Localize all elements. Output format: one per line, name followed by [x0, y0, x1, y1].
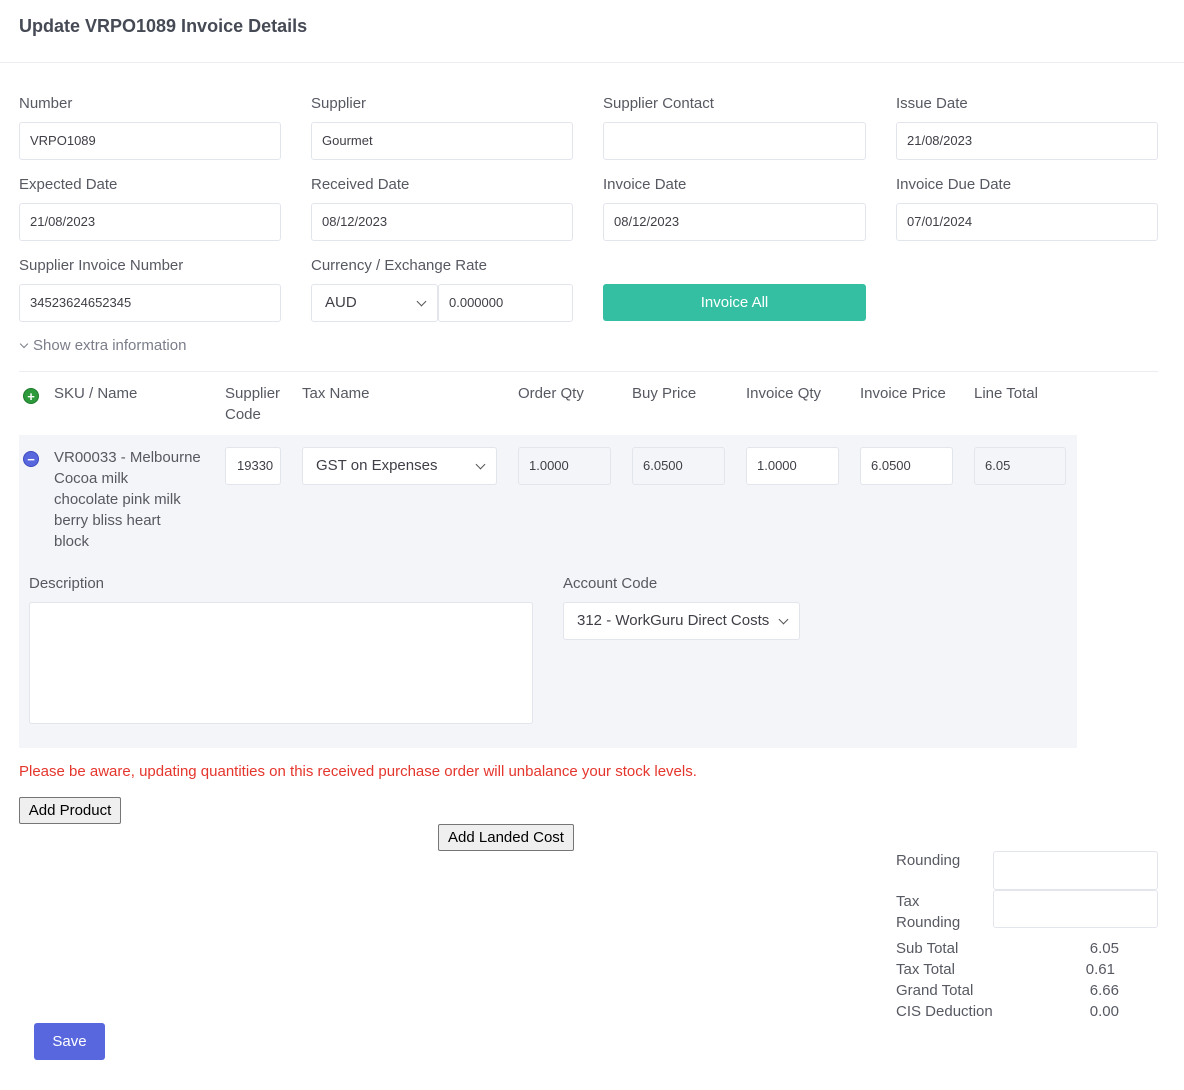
invoice-price-input[interactable]: 6.0500	[860, 447, 953, 485]
sub-total-value: 6.05	[1089, 940, 1119, 957]
col-line-total: Line Total	[974, 385, 1038, 402]
product-name-line: berry bliss heart	[54, 512, 161, 529]
supplier-contact-input[interactable]	[603, 122, 866, 160]
chevron-down-icon	[475, 459, 486, 470]
issue-date-input[interactable]: 21/08/2023	[896, 122, 1158, 160]
supplier-code-input[interactable]: 19330	[225, 447, 281, 485]
cis-deduction-label: CIS Deduction	[896, 1003, 993, 1020]
cis-deduction-value: 0.00	[1089, 1003, 1119, 1020]
issue-date-label: Issue Date	[896, 95, 968, 112]
account-code-select[interactable]: 312 - WorkGuru Direct Costs	[563, 602, 800, 640]
col-order-qty: Order Qty	[518, 385, 584, 402]
header-divider	[0, 62, 1184, 63]
tax-total-value: 0.61	[1085, 961, 1115, 978]
rounding-input[interactable]	[993, 851, 1158, 890]
supplier-contact-label: Supplier Contact	[603, 95, 714, 112]
page-title: Update VRPO1089 Invoice Details	[19, 16, 308, 36]
invoice-due-date-input[interactable]: 07/01/2024	[896, 203, 1158, 241]
col-tax-name: Tax Name	[302, 385, 370, 402]
number-input[interactable]: VRPO1089	[19, 122, 281, 160]
supplier-label: Supplier	[311, 95, 367, 112]
product-name-line: chocolate pink milk	[54, 491, 181, 508]
rounding-label: Rounding	[896, 852, 961, 869]
expected-date-input[interactable]: 21/08/2023	[19, 203, 281, 241]
col-supplier-code-line1: Supplier	[225, 385, 281, 402]
save-button[interactable]: Save	[34, 1023, 105, 1060]
tax-total-label: Tax Total	[896, 961, 955, 978]
add-line-icon[interactable]: +	[23, 388, 39, 404]
product-name-line: VR00033 - Melbourne	[54, 449, 201, 466]
col-sku-name: SKU / Name	[54, 385, 138, 402]
number-label: Number	[19, 95, 73, 112]
order-qty-field: 1.0000	[518, 447, 611, 485]
chevron-down-icon	[19, 339, 29, 349]
invoice-qty-input[interactable]: 1.0000	[746, 447, 839, 485]
add-landed-cost-button[interactable]: Add Landed Cost	[438, 824, 574, 851]
stock-warning-message: Please be aware, updating quantities on …	[19, 763, 697, 780]
section-divider	[19, 371, 1158, 372]
currency-label: Currency / Exchange Rate	[311, 257, 487, 274]
remove-line-icon[interactable]: −	[23, 451, 39, 467]
currency-select-value: AUD	[325, 294, 357, 311]
description-label: Description	[29, 575, 105, 592]
supplier-input[interactable]: Gourmet	[311, 122, 573, 160]
col-supplier-code: Supplier Code	[225, 383, 280, 425]
invoice-date-label: Invoice Date	[603, 176, 687, 193]
product-name: VR00033 - Melbourne Cocoa milk chocolate…	[54, 447, 214, 552]
tax-name-select[interactable]: GST on Expenses	[302, 447, 497, 485]
grand-total-label: Grand Total	[896, 982, 974, 999]
tax-rounding-label-line1: Tax	[896, 893, 920, 910]
tax-rounding-input[interactable]	[993, 890, 1158, 928]
sub-total-label: Sub Total	[896, 940, 959, 957]
buy-price-field: 6.0500	[632, 447, 725, 485]
line-total-field: 6.05	[974, 447, 1066, 485]
grand-total-value: 6.66	[1089, 982, 1119, 999]
add-product-button[interactable]: Add Product	[19, 797, 121, 824]
tax-rounding-label-line2: Rounding	[896, 914, 961, 931]
received-date-label: Received Date	[311, 176, 410, 193]
tax-rounding-label: Tax Rounding	[896, 891, 960, 933]
show-extra-information-label: Show extra information	[33, 337, 187, 354]
tax-name-select-value: GST on Expenses	[316, 457, 438, 474]
product-name-line: Cocoa milk	[54, 470, 129, 487]
supplier-invoice-number-input[interactable]: 34523624652345	[19, 284, 281, 322]
received-date-input[interactable]: 08/12/2023	[311, 203, 573, 241]
chevron-down-icon	[778, 614, 789, 625]
show-extra-information-toggle[interactable]: Show extra information	[19, 337, 186, 354]
account-code-label: Account Code	[563, 575, 658, 592]
product-name-line: block	[54, 533, 90, 550]
col-invoice-qty: Invoice Qty	[746, 385, 822, 402]
description-textarea[interactable]	[29, 602, 533, 724]
exchange-rate-input[interactable]: 0.000000	[438, 284, 573, 322]
col-supplier-code-line2: Code	[225, 406, 261, 423]
expected-date-label: Expected Date	[19, 176, 118, 193]
invoice-due-date-label: Invoice Due Date	[896, 176, 1012, 193]
account-code-select-value: 312 - WorkGuru Direct Costs	[577, 612, 770, 629]
col-buy-price: Buy Price	[632, 385, 697, 402]
invoice-date-input[interactable]: 08/12/2023	[603, 203, 866, 241]
supplier-invoice-number-label: Supplier Invoice Number	[19, 257, 184, 274]
col-invoice-price: Invoice Price	[860, 385, 946, 402]
invoice-all-button[interactable]: Invoice All	[603, 284, 866, 321]
currency-select[interactable]: AUD	[311, 284, 438, 322]
chevron-down-icon	[416, 296, 427, 307]
